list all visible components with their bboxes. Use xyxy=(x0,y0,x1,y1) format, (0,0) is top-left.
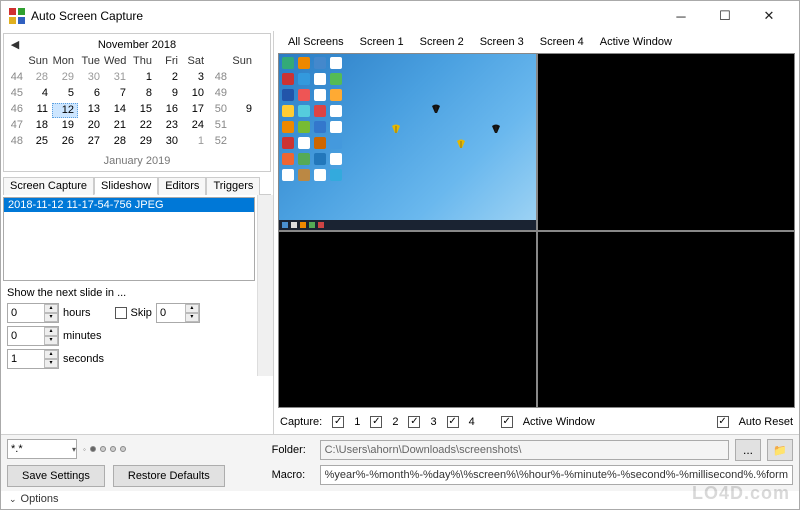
calendar[interactable]: ◀ November 2018 ▶ Sun Mon Tue Wed xyxy=(3,33,271,172)
list-item[interactable]: 2018-11-12 11-17-54-756 JPEG xyxy=(4,198,254,212)
calendar-day[interactable]: 12 xyxy=(52,103,78,118)
screen-preview-2[interactable] xyxy=(538,54,795,230)
chevron-down-icon: ⌄ xyxy=(9,494,17,505)
close-button[interactable]: ✕ xyxy=(747,2,791,30)
calendar-day[interactable]: 6 xyxy=(78,87,104,103)
screen-grid xyxy=(278,53,795,408)
capture-check-1[interactable] xyxy=(332,416,344,428)
tab-screen-2[interactable]: Screen 2 xyxy=(412,33,472,51)
folder-icon: 📁 xyxy=(773,444,787,457)
calendar-day[interactable]: 7 xyxy=(104,87,130,103)
window-title: Auto Screen Capture xyxy=(31,9,659,23)
folder-field[interactable]: C:\Users\ahorn\Downloads\screenshots\ xyxy=(320,440,729,460)
capture-check-active-window[interactable] xyxy=(501,416,513,428)
tab-screen-3[interactable]: Screen 3 xyxy=(472,33,532,51)
tab-slideshow[interactable]: Slideshow xyxy=(94,177,158,195)
screen-preview-3[interactable] xyxy=(279,232,536,408)
watermark: LO4D.com xyxy=(692,483,790,504)
calendar-day[interactable]: 16 xyxy=(156,103,182,119)
calendar-day[interactable]: 19 xyxy=(52,119,78,135)
calendar-day[interactable]: 30 xyxy=(78,71,104,87)
calendar-day[interactable]: 20 xyxy=(78,119,104,135)
app-icon xyxy=(9,8,25,24)
calendar-day[interactable]: 11 xyxy=(26,103,52,119)
calendar-day[interactable]: 15 xyxy=(130,103,156,119)
pager-dots[interactable]: ◦ xyxy=(83,445,126,454)
calendar-day[interactable]: 5 xyxy=(52,87,78,103)
tab-screen-1[interactable]: Screen 1 xyxy=(352,33,412,51)
calendar-day[interactable]: 26 xyxy=(52,135,78,151)
slideshow-prompt: Show the next slide in ... xyxy=(7,287,251,299)
left-pane: ◀ November 2018 ▶ Sun Mon Tue Wed xyxy=(1,31,274,434)
bottom-bar: *.*▾ ◦ Save Settings Restore Defaults Fo… xyxy=(1,435,799,491)
capture-check-2[interactable] xyxy=(370,416,382,428)
calendar-day[interactable]: 10 xyxy=(182,87,208,103)
screen-preview-1[interactable] xyxy=(279,54,536,230)
capture-check-4[interactable] xyxy=(447,416,459,428)
calendar-prev[interactable]: ◀ xyxy=(8,38,22,51)
calendar-day[interactable]: 29 xyxy=(52,71,78,87)
auto-reset-checkbox[interactable] xyxy=(717,416,729,428)
calendar-next-month: January 2019 xyxy=(8,155,266,167)
open-folder-button[interactable]: 📁 xyxy=(767,439,793,461)
filter-input[interactable]: *.*▾ xyxy=(7,439,77,459)
capture-check-3[interactable] xyxy=(408,416,420,428)
calendar-day[interactable]: 27 xyxy=(78,135,104,151)
screen-preview-4[interactable] xyxy=(538,232,795,408)
calendar-day[interactable]: 18 xyxy=(26,119,52,135)
calendar-day[interactable]: 28 xyxy=(104,135,130,151)
capture-label: Capture: xyxy=(280,416,322,428)
folder-label: Folder: xyxy=(272,444,314,456)
calendar-day[interactable]: 13 xyxy=(78,103,104,119)
calendar-day[interactable]: 29 xyxy=(130,135,156,151)
tab-triggers[interactable]: Triggers xyxy=(206,177,260,195)
calendar-day[interactable]: 30 xyxy=(156,135,182,151)
calendar-day[interactable]: 4 xyxy=(26,87,52,103)
titlebar: Auto Screen Capture ─ ☐ ✕ xyxy=(1,1,799,31)
tab-active-window[interactable]: Active Window xyxy=(592,33,680,51)
calendar-day[interactable]: 21 xyxy=(104,119,130,135)
minimize-button[interactable]: ─ xyxy=(659,2,703,30)
slideshow-list[interactable]: 2018-11-12 11-17-54-756 JPEG xyxy=(3,197,255,281)
restore-defaults-button[interactable]: Restore Defaults xyxy=(113,465,225,487)
calendar-day[interactable]: 2 xyxy=(156,71,182,87)
tab-editors[interactable]: Editors xyxy=(158,177,206,195)
calendar-day[interactable]: 24 xyxy=(182,119,208,135)
calendar-day[interactable]: 1 xyxy=(130,71,156,87)
macro-label: Macro: xyxy=(272,469,314,481)
calendar-day[interactable]: 3 xyxy=(182,71,208,87)
tab-screen-capture[interactable]: Screen Capture xyxy=(3,177,94,195)
calendar-day[interactable]: 1 xyxy=(182,135,208,151)
skip-checkbox[interactable] xyxy=(115,307,127,319)
calendar-month-title: November 2018 xyxy=(98,39,176,51)
save-settings-button[interactable]: Save Settings xyxy=(7,465,105,487)
right-pane: All Screens Screen 1 Screen 2 Screen 3 S… xyxy=(274,31,799,434)
options-expander[interactable]: ⌄ Options xyxy=(1,491,799,509)
calendar-day[interactable]: 22 xyxy=(130,119,156,135)
seconds-stepper[interactable]: ▴▾ xyxy=(7,349,59,369)
calendar-day[interactable]: 17 xyxy=(182,103,208,119)
calendar-day[interactable]: 8 xyxy=(130,87,156,103)
tab-strip: Screen Capture Slideshow Editors Trigger… xyxy=(3,176,271,195)
hours-stepper[interactable]: ▴▾ xyxy=(7,303,59,323)
maximize-button[interactable]: ☐ xyxy=(703,2,747,30)
calendar-day[interactable]: 9 xyxy=(156,87,182,103)
calendar-day[interactable]: 23 xyxy=(156,119,182,135)
minutes-stepper[interactable]: ▴▾ xyxy=(7,326,59,346)
calendar-day[interactable]: 31 xyxy=(104,71,130,87)
calendar-day[interactable]: 14 xyxy=(104,103,130,119)
tab-all-screens[interactable]: All Screens xyxy=(280,33,352,51)
browse-button[interactable]: ... xyxy=(735,439,761,461)
calendar-day[interactable]: 25 xyxy=(26,135,52,151)
skip-stepper[interactable]: ▴▾ xyxy=(156,303,200,323)
macro-field[interactable]: %year%-%month%-%day%\%screen%\%hour%-%mi… xyxy=(320,465,793,485)
tab-screen-4[interactable]: Screen 4 xyxy=(532,33,592,51)
screen-tabs: All Screens Screen 1 Screen 2 Screen 3 S… xyxy=(278,33,795,51)
calendar-day[interactable]: 28 xyxy=(26,71,52,87)
